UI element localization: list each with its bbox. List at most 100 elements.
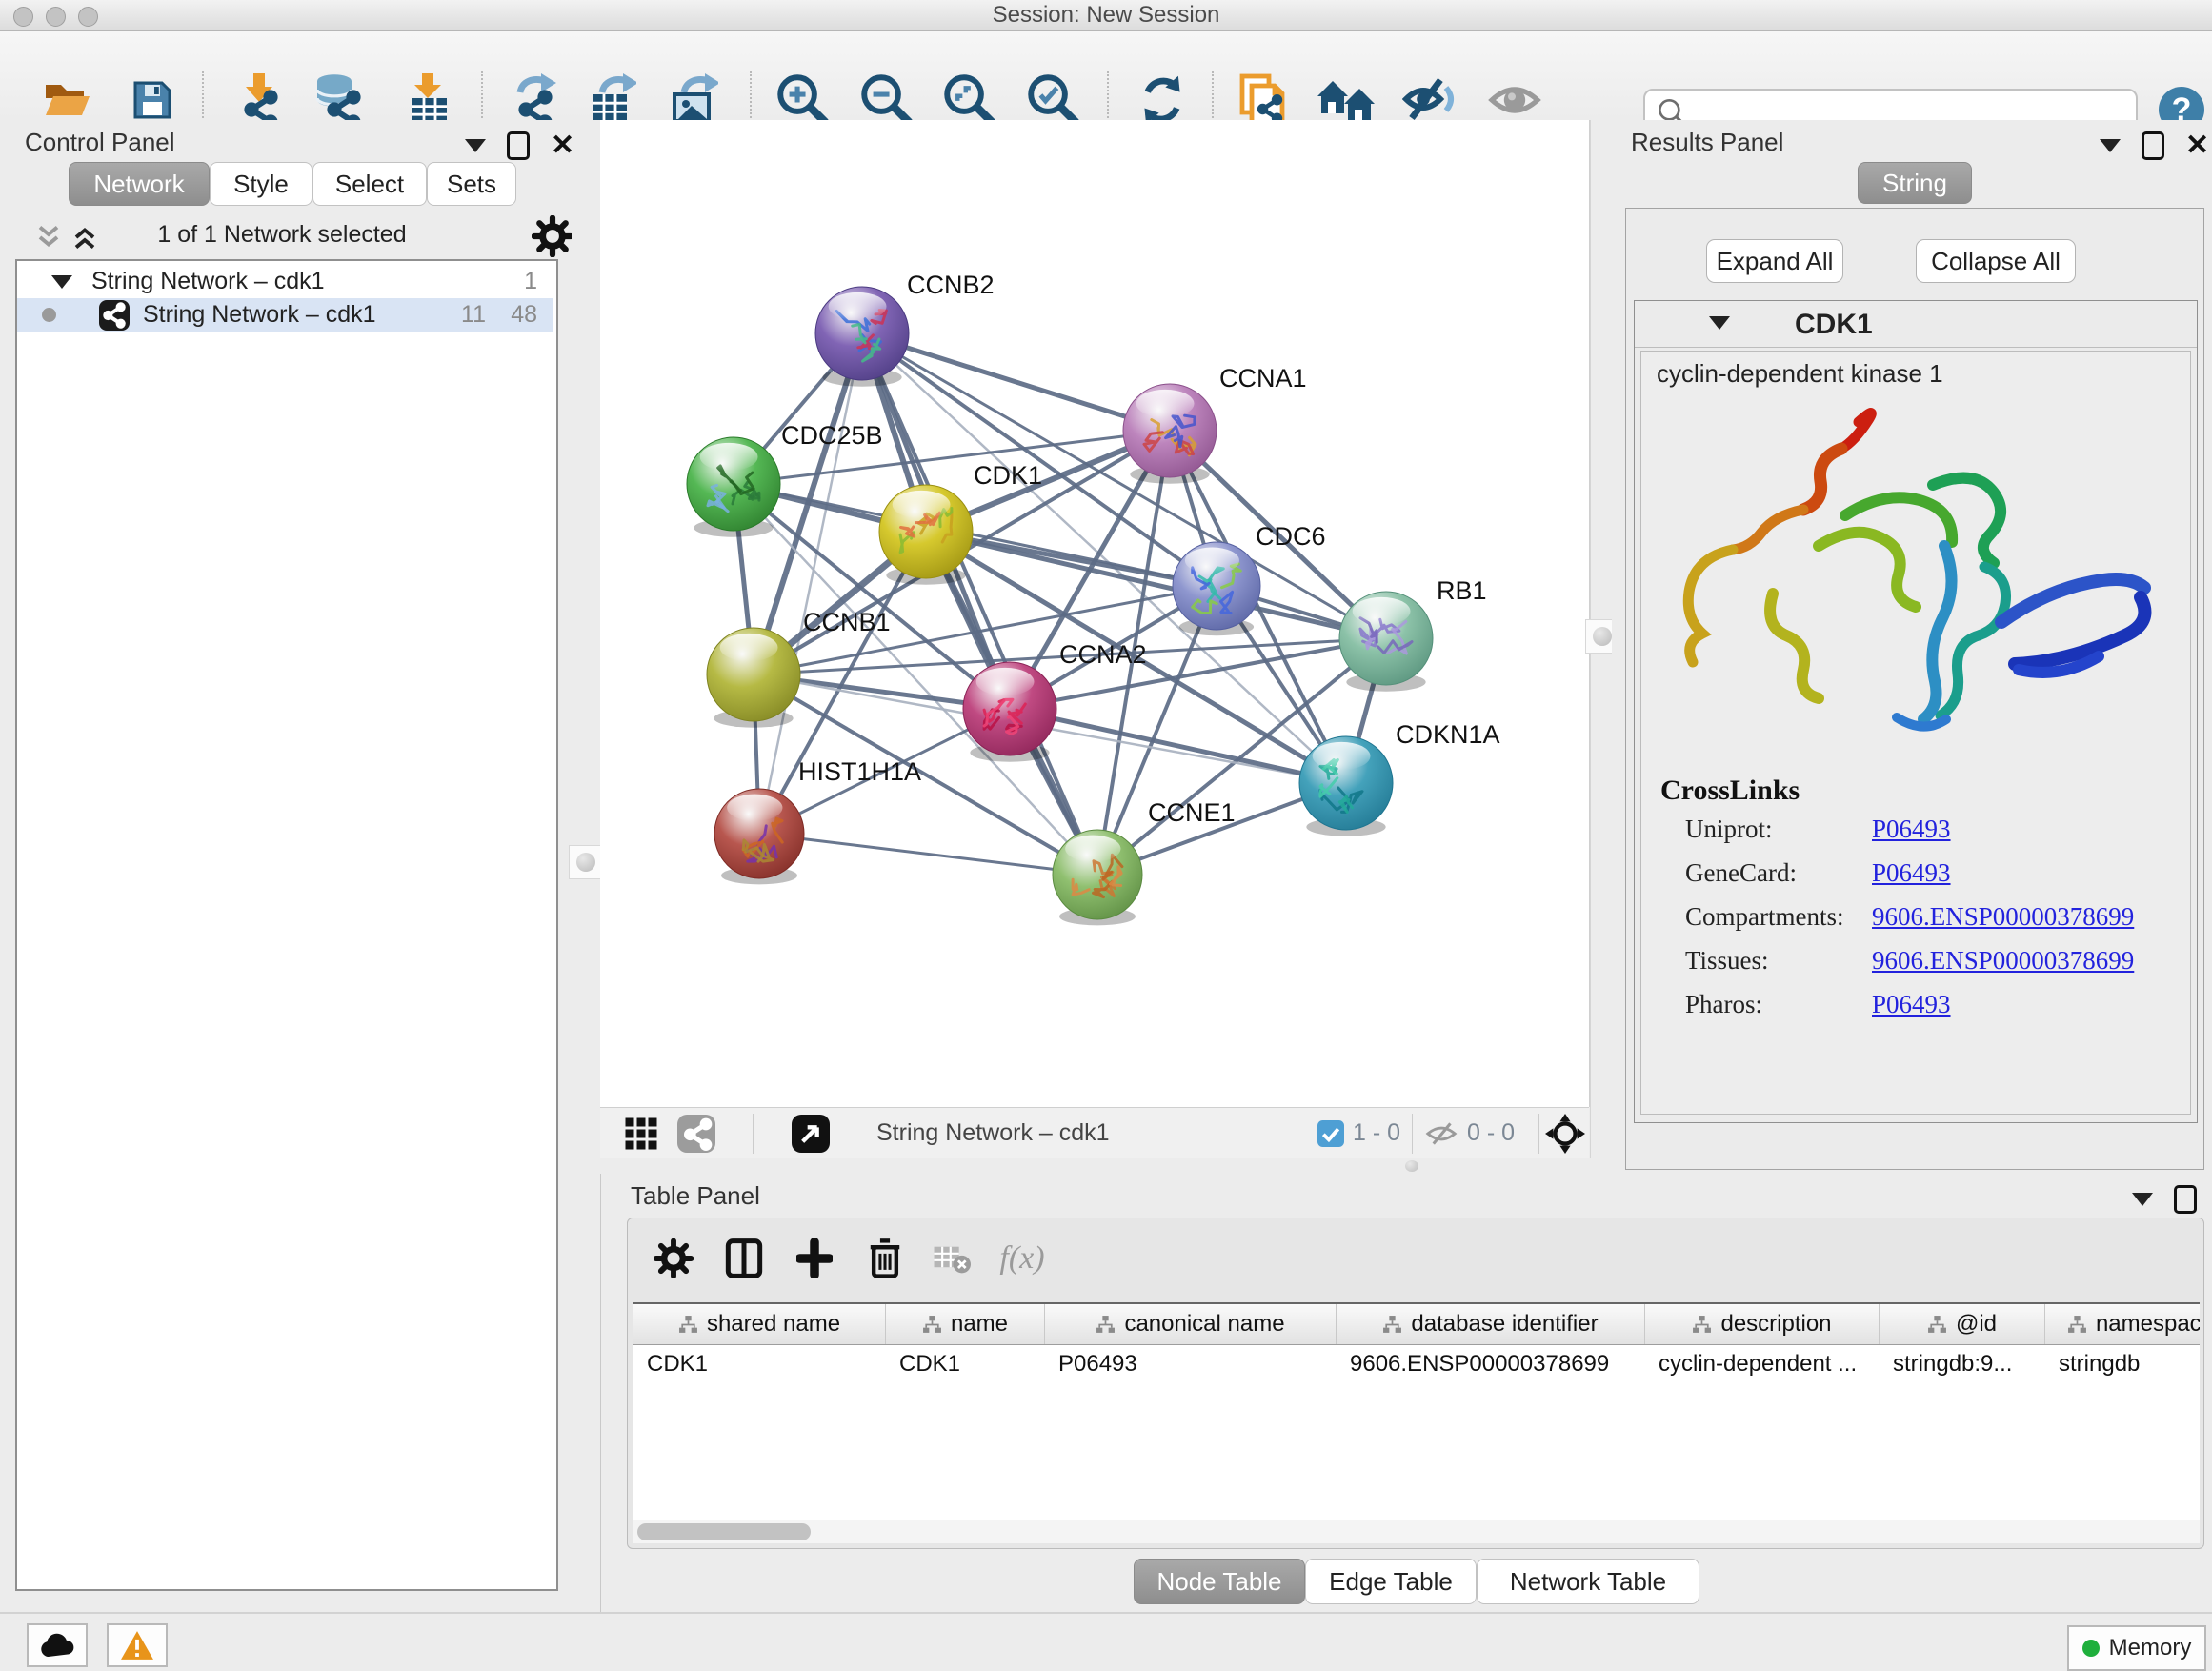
table-options-button[interactable] [647,1232,700,1285]
open-folder-icon [42,77,91,123]
column-header-id[interactable]: @id [1880,1304,2045,1344]
expand-all-tree-icon[interactable] [70,223,99,252]
network-node-CCNE1[interactable]: CCNE1 [1053,798,1236,925]
table-panel-tabs: Node Table Edge Table Network Table [1134,1559,1699,1604]
warning-icon [119,1629,155,1661]
hidden-eye-icon[interactable] [1425,1121,1458,1146]
pharos-link[interactable]: P06493 [1872,990,1951,1019]
tab-sets[interactable]: Sets [427,162,516,206]
collapse-all-tree-icon[interactable] [34,223,63,252]
genecard-link[interactable]: P06493 [1872,858,1951,888]
export-image-icon [669,73,718,127]
horizontal-scrollbar[interactable] [633,1520,2200,1543]
delete-table-button[interactable] [925,1232,978,1285]
cloud-status-button[interactable] [27,1623,88,1667]
network-view-title: String Network – cdk1 [876,1119,1110,1147]
panel-menu-icon[interactable] [2100,139,2121,152]
tab-style[interactable]: Style [210,162,312,206]
save-icon [130,77,175,123]
delete-table-icon [933,1241,971,1276]
column-header-canonical-name[interactable]: canonical name [1045,1304,1337,1344]
node-label: CCNA1 [1219,364,1307,393]
network-edge[interactable] [1010,709,1346,783]
network-node-CCNB2[interactable]: CCNB2 [815,271,995,387]
network-node-CCNA1[interactable]: CCNA1 [1123,364,1307,484]
column-header-description[interactable]: description [1645,1304,1880,1344]
crosslink-row: Compartments: 9606.ENSP00000378699 [1685,902,2181,946]
collapse-section-icon[interactable] [1709,316,1730,330]
table-row[interactable]: CDK1 CDK1 P06493 9606.ENSP00000378699 cy… [633,1345,2200,1383]
create-column-button[interactable] [788,1232,841,1285]
collapse-all-button[interactable]: Collapse All [1916,239,2076,283]
network-options-gear-icon[interactable] [532,215,573,257]
memory-button[interactable]: Memory [2067,1625,2206,1671]
network-node-CDK1[interactable]: CDK1 [879,461,1042,585]
columns-icon [725,1238,763,1279]
tissues-link[interactable]: 9606.ENSP00000378699 [1872,946,2134,976]
show-columns-button[interactable] [717,1232,771,1285]
uniprot-link[interactable]: P06493 [1872,815,1951,844]
scrollbar-thumb[interactable] [637,1523,811,1540]
network-label: String Network – cdk1 [143,298,376,332]
eye-icon [1488,79,1541,121]
tree-expand-icon[interactable] [51,275,72,289]
zoom-out-icon [860,73,914,127]
compartments-link[interactable]: 9606.ENSP00000378699 [1872,902,2134,932]
tab-select[interactable]: Select [312,162,427,206]
network-edge[interactable] [862,333,1170,431]
delete-column-button[interactable] [858,1232,912,1285]
hidden-node-edge-count: 0 - 0 [1467,1119,1515,1147]
network-node-HIST1H1A[interactable]: HIST1H1A [714,757,921,884]
import-network-icon [234,73,284,127]
panel-menu-icon[interactable] [2132,1193,2153,1206]
string-app-icon [99,300,130,331]
node-label: CCNA2 [1059,640,1147,669]
birds-eye-view-button[interactable] [791,1115,831,1153]
network-canvas[interactable]: CCNB2CCNA1CDC25BCDK1CDC6RB1CCNB1CCNA2CDK… [600,120,1590,1107]
bottom-splitter-grip[interactable] [1405,1160,1418,1172]
results-panel: Results Panel ✕ String Expand All Collap… [1612,120,2212,1174]
main-toolbar: ? [0,31,2212,121]
panel-float-icon[interactable] [2142,131,2164,160]
network-node-CDKN1A[interactable]: CDKN1A [1299,720,1500,836]
protein-card-header[interactable]: CDK1 [1635,301,2197,348]
node-label: CDC25B [781,421,883,450]
network-collection-row[interactable]: String Network – cdk1 1 [17,265,553,298]
network-edge[interactable] [862,333,1097,875]
column-type-icon [1692,1315,1712,1335]
view-network-button[interactable] [676,1115,716,1153]
network-node-RB1[interactable]: RB1 [1339,576,1487,692]
column-header-name[interactable]: name [886,1304,1045,1344]
warning-status-button[interactable] [107,1623,168,1667]
column-header-database-identifier[interactable]: database identifier [1337,1304,1645,1344]
network-edge[interactable] [759,834,1097,875]
panel-float-icon[interactable] [2174,1185,2197,1214]
window-title: Session: New Session [0,0,2212,30]
bottom-splitter[interactable] [600,1158,1589,1174]
tab-string[interactable]: String [1858,162,1972,204]
left-splitter-grip[interactable] [569,845,603,879]
function-builder-button[interactable]: f(x) [995,1232,1049,1285]
panel-menu-icon[interactable] [465,139,486,152]
left-splitter[interactable] [572,120,601,1612]
fit-selected-button[interactable] [1545,1115,1585,1153]
tab-edge-table[interactable]: Edge Table [1305,1559,1477,1604]
fx-icon: f(x) [999,1240,1044,1277]
selected-checkbox[interactable] [1317,1120,1344,1147]
crosslinks-heading: CrossLinks [1660,775,1800,807]
panel-float-icon[interactable] [507,131,530,160]
column-type-icon [2067,1315,2087,1335]
expand-all-button[interactable]: Expand All [1706,239,1843,283]
right-splitter[interactable] [1590,120,1613,1158]
network-edge[interactable] [862,333,1386,638]
panel-close-icon[interactable]: ✕ [2185,134,2209,157]
column-header-namespace[interactable]: namespace [2045,1304,2200,1344]
selected-node-edge-count: 1 - 0 [1353,1119,1400,1147]
tab-network-table[interactable]: Network Table [1477,1559,1699,1604]
column-header-shared-name[interactable]: shared name [633,1304,886,1344]
column-type-icon [1096,1315,1116,1335]
tab-node-table[interactable]: Node Table [1134,1559,1305,1604]
tab-network[interactable]: Network [69,162,210,206]
view-grid-button[interactable] [621,1115,661,1153]
network-row[interactable]: String Network – cdk1 11 48 [17,298,553,332]
